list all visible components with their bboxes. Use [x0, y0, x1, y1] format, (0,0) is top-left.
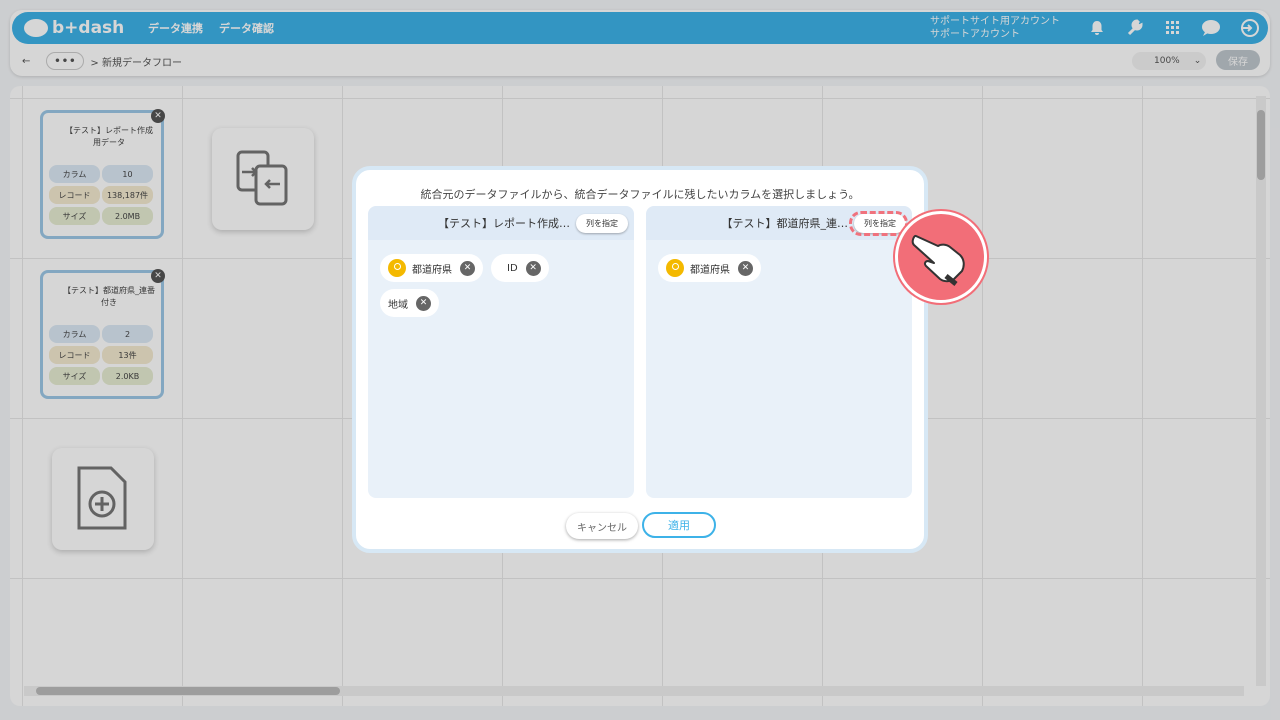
column-chip[interactable]: 都道府県 ✕: [658, 254, 761, 282]
column-chip[interactable]: 地域 ✕: [380, 289, 439, 317]
remove-icon[interactable]: ✕: [416, 295, 431, 311]
cancel-button[interactable]: キャンセル: [566, 513, 638, 539]
column-chip[interactable]: 都道府県 ✕: [380, 254, 483, 282]
apply-button[interactable]: 適用: [642, 512, 716, 538]
column-chip[interactable]: ID ✕: [491, 254, 549, 282]
pointing-hand-icon: [895, 211, 987, 303]
remove-icon[interactable]: ✕: [460, 260, 475, 276]
key-icon: [666, 259, 684, 277]
remove-icon[interactable]: ✕: [738, 260, 753, 276]
key-icon: [388, 259, 406, 277]
right-file-panel: 【テスト】都道府県_連… 列を指定 都道府県 ✕: [646, 206, 912, 502]
panel-title: 【テスト】レポート作成…: [438, 217, 570, 230]
remove-icon[interactable]: ✕: [525, 260, 541, 276]
column-select-dialog: 統合元のデータファイルから、統合データファイルに残したいカラムを選択しましょう。…: [352, 166, 928, 553]
panel-title: 【テスト】都道府県_連…: [721, 217, 849, 230]
left-file-panel: 【テスト】レポート作成… 列を指定 都道府県 ✕ ID ✕ 地域 ✕: [368, 206, 634, 502]
dialog-instruction: 統合元のデータファイルから、統合データファイルに残したいカラムを選択しましょう。: [420, 188, 860, 201]
specify-columns-button[interactable]: 列を指定: [576, 213, 628, 233]
